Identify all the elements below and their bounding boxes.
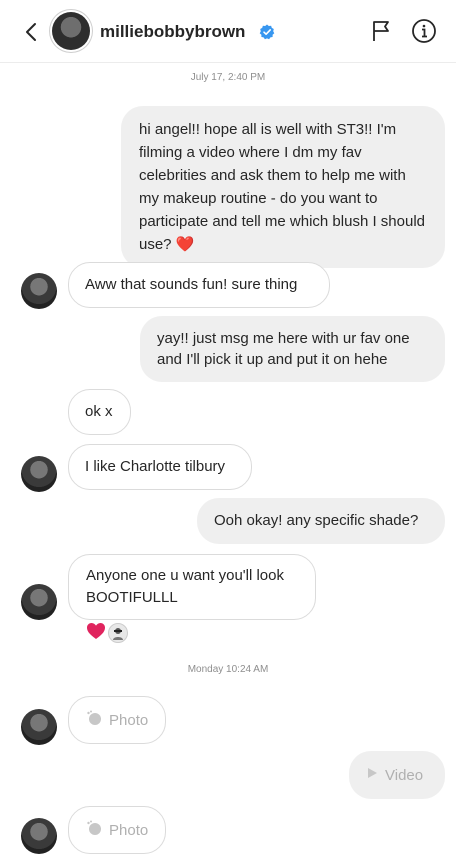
- incoming-message[interactable]: Aww that sounds fun! sure thing: [68, 262, 330, 308]
- video-message[interactable]: Video: [349, 751, 445, 799]
- outgoing-message[interactable]: hi angel!! hope all is well with ST3!! I…: [121, 106, 445, 268]
- reaction-user-avatar: [108, 623, 128, 643]
- info-icon[interactable]: [411, 18, 437, 44]
- username[interactable]: milliebobbybrown: [100, 22, 245, 42]
- photo-label: Photo: [109, 821, 149, 839]
- incoming-message[interactable]: Anyone one u want you'll look BOOTIFULLL: [68, 554, 316, 620]
- back-arrow-icon[interactable]: [18, 18, 46, 46]
- message-reactions[interactable]: [86, 622, 128, 644]
- incoming-message[interactable]: I like Charlotte tilbury: [68, 444, 252, 490]
- sender-avatar[interactable]: [21, 709, 57, 745]
- outgoing-message[interactable]: Ooh okay! any specific shade?: [197, 498, 445, 544]
- photo-message[interactable]: Photo: [68, 696, 166, 744]
- flag-icon[interactable]: [369, 19, 393, 43]
- timestamp: July 17, 2:40 PM: [190, 72, 266, 83]
- outgoing-message[interactable]: yay!! just msg me here with ur fav one a…: [140, 316, 445, 382]
- photo-message[interactable]: Photo: [68, 806, 166, 854]
- heart-icon: [86, 622, 106, 645]
- photo-label: Photo: [109, 711, 149, 729]
- play-icon: [365, 766, 379, 784]
- header-avatar[interactable]: [52, 12, 90, 50]
- timestamp: Monday 10:24 AM: [187, 664, 269, 675]
- sender-avatar[interactable]: [21, 584, 57, 620]
- incoming-message[interactable]: ok x: [68, 389, 131, 435]
- sender-avatar[interactable]: [21, 273, 57, 309]
- video-label: Video: [385, 766, 424, 784]
- sender-avatar[interactable]: [21, 456, 57, 492]
- chat-header: milliebobbybrown: [0, 0, 456, 63]
- sender-avatar[interactable]: [21, 818, 57, 854]
- photo-icon: [85, 819, 103, 841]
- photo-icon: [85, 709, 103, 731]
- verified-badge-icon: [259, 24, 275, 40]
